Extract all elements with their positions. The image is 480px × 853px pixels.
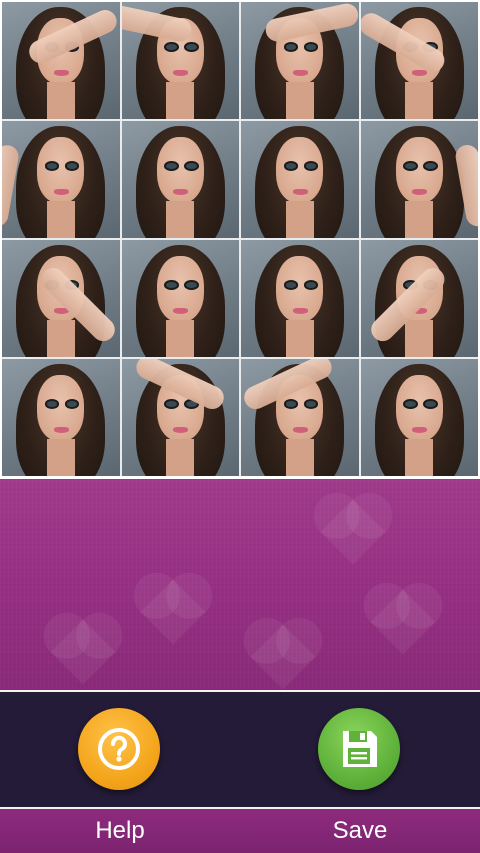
floppy-disk-icon (343, 731, 377, 767)
collage-tile (121, 240, 239, 357)
help-label[interactable]: Help (40, 815, 200, 847)
help-button[interactable] (78, 708, 160, 790)
collage-tile (360, 2, 478, 119)
ad-banner-area (0, 479, 480, 690)
collage-tile (360, 121, 478, 238)
collage-tile (360, 240, 478, 357)
save-button[interactable] (318, 708, 400, 790)
heart-decoration (370, 589, 436, 655)
save-label[interactable]: Save (280, 815, 440, 847)
heart-decoration (140, 579, 206, 645)
heart-decoration (320, 499, 386, 565)
question-mark-icon (98, 728, 140, 770)
collage-tile (241, 121, 359, 238)
collage-tile (241, 240, 359, 357)
collage-tile (241, 2, 359, 119)
collage-tile (121, 2, 239, 119)
collage-tile (241, 359, 359, 476)
photo-collage[interactable] (2, 2, 478, 476)
collage-tile (360, 359, 478, 476)
collage-tile (2, 240, 120, 357)
collage-tile (121, 121, 239, 238)
bottom-toolbar: Help Save (0, 690, 480, 853)
heart-decoration (250, 624, 316, 690)
collage-tile (2, 2, 120, 119)
toolbar-divider (0, 690, 480, 692)
app-screen: Help Save (0, 0, 480, 853)
collage-tile (2, 359, 120, 476)
heart-decoration (50, 619, 116, 685)
collage-tile (2, 121, 120, 238)
collage-tile (121, 359, 239, 476)
